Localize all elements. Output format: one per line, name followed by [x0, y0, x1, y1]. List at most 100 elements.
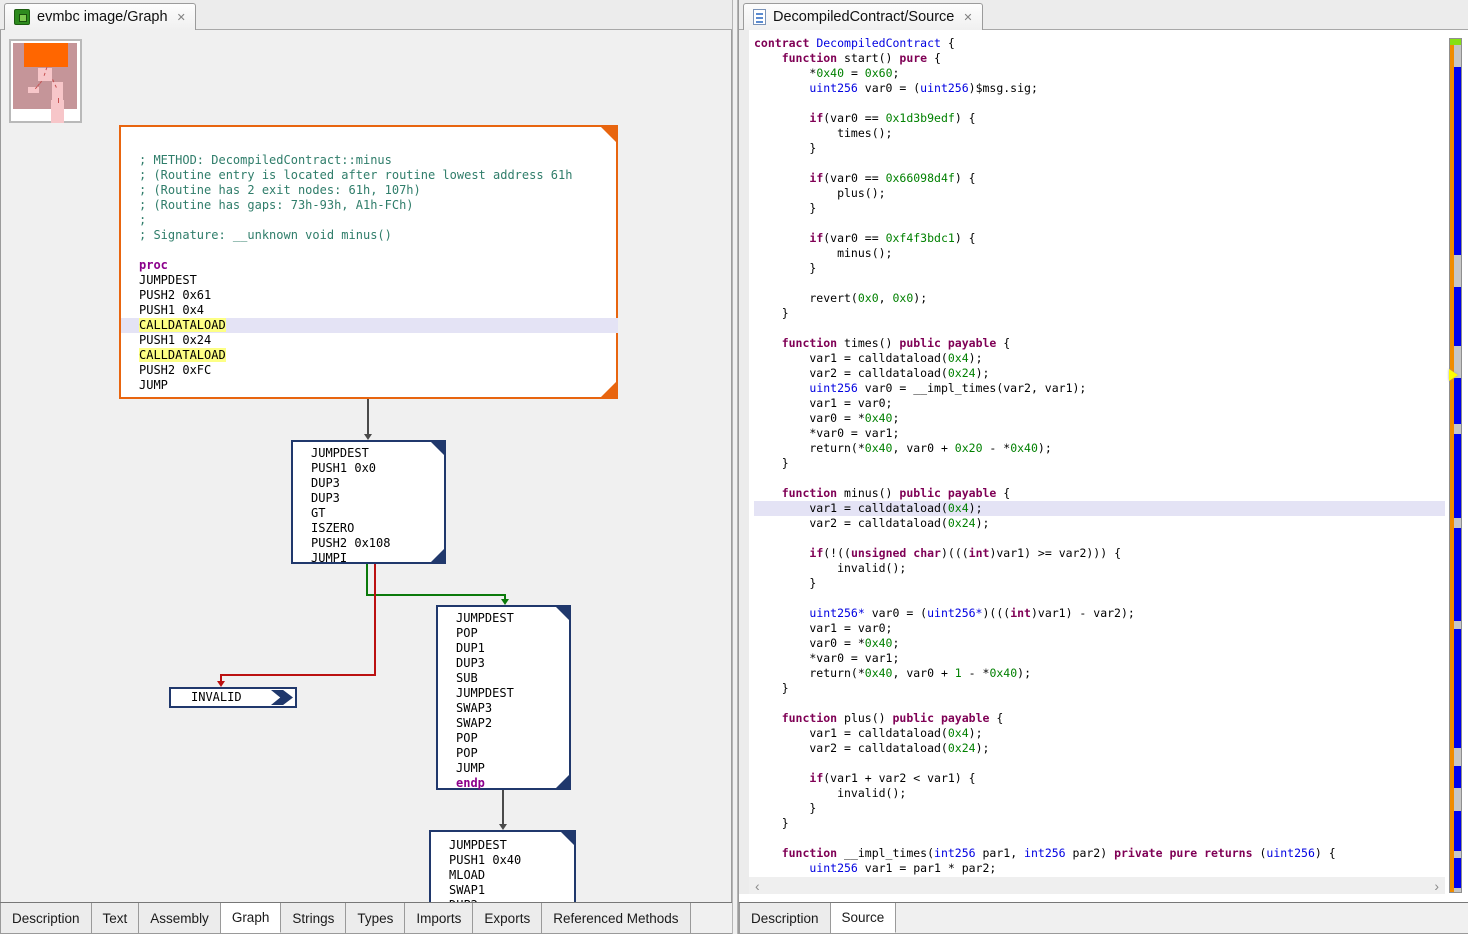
view-tab-source[interactable]: Source: [831, 903, 897, 933]
node-line: DUP1: [456, 641, 569, 656]
code-line: var1 = calldataload(0x4);: [754, 726, 1445, 741]
graph-node-invalid[interactable]: INVALID: [169, 687, 297, 708]
code-line: invalid();: [754, 786, 1445, 801]
view-tab-graph[interactable]: Graph: [221, 903, 282, 933]
source-view: contract DecompiledContract { function s…: [739, 30, 1468, 902]
code-line: function plus() public payable {: [754, 711, 1445, 726]
node-line: JUMPI: [311, 551, 444, 566]
code-line: uint256* var0 = (uint256*)(((int)var1) -…: [754, 606, 1445, 621]
view-tab-referenced-methods[interactable]: Referenced Methods: [542, 903, 690, 933]
code-line: var1 = var0;: [754, 396, 1445, 411]
code-line: }: [754, 261, 1445, 276]
view-tab-description[interactable]: Description: [0, 903, 92, 933]
code-area[interactable]: contract DecompiledContract { function s…: [749, 30, 1445, 877]
view-tab-types[interactable]: Types: [346, 903, 405, 933]
code-line: [754, 321, 1445, 336]
code-line: [754, 216, 1445, 231]
code-line: *var0 = var1;: [754, 651, 1445, 666]
view-tab-assembly[interactable]: Assembly: [139, 903, 221, 933]
tab-label: evmbc image/Graph: [37, 9, 168, 25]
code-line: contract DecompiledContract {: [754, 36, 1445, 51]
tab-evmbc-image-graph[interactable]: evmbc image/Graph ✕: [4, 3, 196, 30]
code-line: function __impl_times(int256 par1, int25…: [754, 846, 1445, 861]
code-line: [754, 831, 1445, 846]
node-line: JUMPDEST: [139, 273, 616, 288]
node-corner-fold-icon: [561, 832, 574, 845]
ruler-mark[interactable]: [1454, 378, 1461, 424]
code-line: }: [754, 141, 1445, 156]
code-line: var1 = calldataload(0x4);: [754, 501, 1445, 516]
code-line: *0x40 = 0x60;: [754, 66, 1445, 81]
tab-decompiledcontract-source[interactable]: DecompiledContract/Source ✕: [743, 3, 983, 30]
code-line: }: [754, 306, 1445, 321]
graph-node-condition[interactable]: JUMPDESTPUSH1 0x0DUP3DUP3GTISZEROPUSH2 0…: [291, 440, 446, 564]
ruler-cursor-icon: [1449, 369, 1458, 381]
view-tab-description[interactable]: Description: [739, 903, 831, 933]
ruler-mark[interactable]: [1454, 629, 1461, 748]
view-tab-strings[interactable]: Strings: [281, 903, 346, 933]
code-line: }: [754, 201, 1445, 216]
source-file-icon: [753, 9, 766, 25]
source-editor-pane: DecompiledContract/Source ✕ contract Dec…: [738, 0, 1468, 934]
code-line: [754, 531, 1445, 546]
node-line: DUP3: [311, 476, 444, 491]
graph-node-tail[interactable]: JUMPDESTPUSH1 0x40MLOADSWAP1DUP2: [429, 830, 576, 902]
node-line: ; METHOD: DecompiledContract::minus: [139, 153, 616, 168]
code-line: var2 = calldataload(0x24);: [754, 516, 1445, 531]
node-line: ;: [139, 213, 616, 228]
graph-minimap[interactable]: [9, 39, 82, 123]
ruler-mark[interactable]: [1454, 287, 1461, 346]
code-line: var1 = var0;: [754, 621, 1445, 636]
node-line: POP: [456, 626, 569, 641]
node-line: GT: [311, 506, 444, 521]
code-line: var0 = *0x40;: [754, 636, 1445, 651]
node-line: proc: [139, 258, 616, 273]
graph-node-entry[interactable]: ; METHOD: DecompiledContract::minus; (Ro…: [119, 125, 618, 399]
ruler-mark[interactable]: [1454, 811, 1461, 851]
node-line: POP: [456, 731, 569, 746]
code-line: }: [754, 456, 1445, 471]
arrowhead-icon: [364, 434, 372, 440]
node-line: PUSH1 0x4: [139, 303, 616, 318]
ruler-mark[interactable]: [1454, 528, 1461, 621]
graph-canvas[interactable]: ; METHOD: DecompiledContract::minus; (Ro…: [0, 30, 732, 902]
node-line: JUMPDEST: [456, 686, 569, 701]
node-line: POP: [456, 746, 569, 761]
code-gutter: [739, 30, 749, 894]
edge-true-branch: [366, 594, 506, 596]
ruler-mark[interactable]: [1454, 434, 1461, 518]
node-line: ; (Routine has gaps: 73h-93h, A1h-FCh): [139, 198, 616, 213]
close-icon[interactable]: ✕: [175, 11, 186, 24]
right-editor-tabbar: DecompiledContract/Source ✕: [739, 0, 1468, 30]
node-line: JUMP: [456, 761, 569, 776]
arrowhead-icon: [217, 681, 225, 687]
node-line: SWAP1: [449, 883, 574, 898]
node-line: JUMPDEST: [449, 838, 574, 853]
node-line: SWAP2: [456, 716, 569, 731]
ruler-mark[interactable]: [1454, 67, 1461, 255]
view-tab-exports[interactable]: Exports: [473, 903, 542, 933]
code-line: if(var0 == 0x66098d4f) {: [754, 171, 1445, 186]
close-icon[interactable]: ✕: [961, 11, 972, 24]
ruler-mark[interactable]: [1454, 858, 1461, 888]
overview-ruler[interactable]: [1449, 38, 1462, 893]
code-line: if(var0 == 0x1d3b9edf) {: [754, 111, 1445, 126]
node-corner-fold-icon: [556, 607, 569, 620]
view-tab-text[interactable]: Text: [92, 903, 140, 933]
node-line: ; (Routine has 2 exit nodes: 61h, 107h): [139, 183, 616, 198]
scroll-right-icon[interactable]: ›: [1434, 878, 1439, 894]
horizontal-scrollbar[interactable]: ‹ ›: [749, 877, 1445, 894]
node-corner-fold-icon: [431, 442, 444, 455]
scroll-left-icon[interactable]: ‹: [755, 878, 760, 894]
highlighted-token: CALLDATALOAD: [139, 348, 226, 362]
edge-entry-to-condition: [367, 399, 369, 435]
node-line: JUMPDEST: [456, 611, 569, 626]
code-line: [754, 696, 1445, 711]
graph-node-exit[interactable]: JUMPDESTPOPDUP1DUP3SUBJUMPDESTSWAP3SWAP2…: [436, 605, 571, 790]
code-line: if(!((unsigned char)(((int)var1) >= var2…: [754, 546, 1445, 561]
ruler-mark[interactable]: [1454, 766, 1461, 788]
code-line: var1 = calldataload(0x4);: [754, 351, 1445, 366]
code-line: return(*0x40, var0 + 0x20 - *0x40);: [754, 441, 1445, 456]
view-tab-imports[interactable]: Imports: [405, 903, 473, 933]
code-line: uint256 var1 = par1 * par2;: [754, 861, 1445, 876]
